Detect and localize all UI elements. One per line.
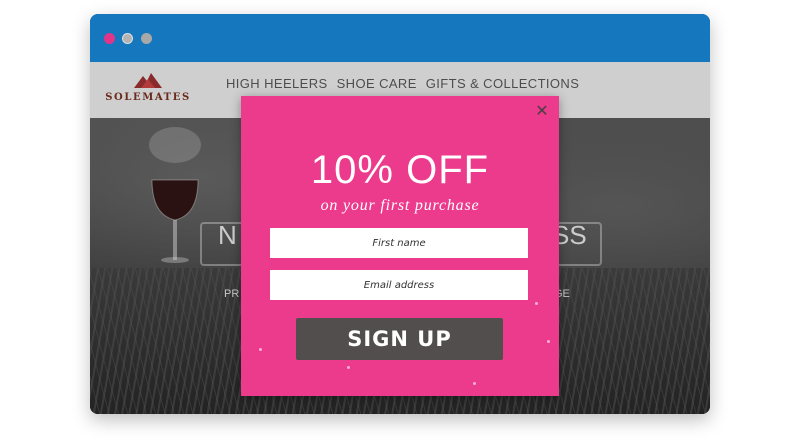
email-field[interactable] (270, 270, 528, 300)
hero-subtext-left: PR (224, 288, 240, 300)
sparkle-decoration (535, 302, 538, 305)
popup-subtitle: on your first purchase (320, 197, 480, 214)
sparkle-decoration (473, 382, 476, 385)
sign-up-button[interactable]: SIGN UP (296, 318, 503, 360)
discount-popup: ✕ 10% OFF on your first purchase SIGN UP (241, 96, 559, 396)
sparkle-decoration (259, 348, 262, 351)
nav-high-heelers[interactable]: HIGH HEELERS (226, 76, 328, 91)
nav-shoe-care[interactable]: SHOE CARE (337, 76, 417, 91)
hero-heading-left: N (218, 220, 237, 250)
sparkle-decoration (347, 366, 350, 369)
browser-titlebar (90, 14, 710, 62)
sparkle-decoration (547, 340, 550, 343)
window-close-dot[interactable] (104, 33, 115, 44)
logo-text: SOLEMATES (105, 92, 191, 103)
close-icon[interactable]: ✕ (533, 102, 551, 120)
site-logo[interactable]: SOLEMATES (102, 68, 194, 110)
first-name-field[interactable] (270, 228, 528, 258)
nav-gifts-collections[interactable]: GIFTS & COLLECTIONS (426, 76, 580, 91)
window-minimize-dot[interactable] (122, 33, 133, 44)
window-maximize-dot[interactable] (141, 33, 152, 44)
main-nav: HIGH HEELERS SHOE CARE GIFTS & COLLECTIO… (226, 76, 579, 91)
mountain-icon (134, 73, 162, 88)
popup-title: 10% OFF (310, 148, 490, 192)
